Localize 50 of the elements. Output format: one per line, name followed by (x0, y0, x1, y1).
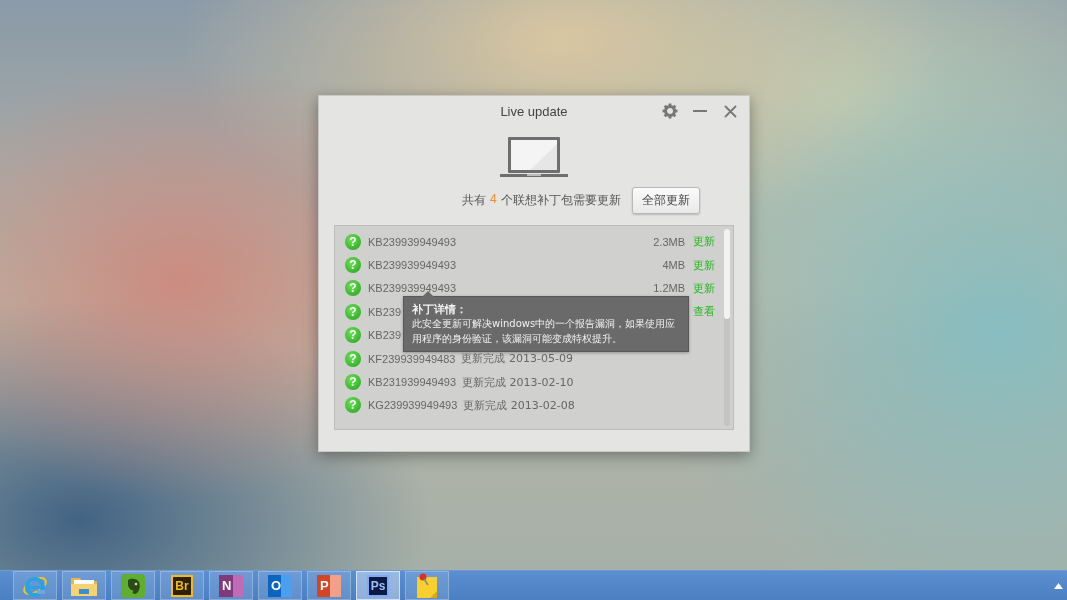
patch-name: KG239939949493 (368, 399, 458, 412)
scrollbar-thumb[interactable] (724, 229, 730, 319)
summary-text: 共有 (462, 191, 486, 209)
patch-size: 4MB (662, 259, 685, 272)
close-icon (723, 104, 737, 118)
taskbar-button[interactable] (405, 571, 449, 600)
app-icon: O (268, 574, 292, 597)
taskbar-button[interactable]: Ps (356, 571, 400, 600)
patch-status: 更新完成 2013-05-09 (461, 351, 573, 367)
help-icon: ? (345, 374, 361, 391)
update-all-button[interactable]: 全部更新 (632, 186, 700, 214)
taskbar-button[interactable] (111, 571, 155, 600)
help-icon: ? (345, 233, 361, 250)
help-icon: ? (345, 303, 361, 320)
tooltip-title: 补丁详情： (412, 302, 468, 316)
summary-text: 个联想补丁包需要更新 (500, 191, 621, 209)
patch-status: 更新完成 2013-02-08 (463, 397, 575, 413)
taskbar-button[interactable]: O (258, 571, 302, 600)
taskbar-button[interactable]: Br (160, 571, 204, 600)
app-icon: Br (171, 574, 193, 597)
patch-size: 1.2MB (653, 282, 685, 295)
app-icon: P (317, 574, 341, 597)
settings-icon (662, 103, 678, 119)
patch-name: KB239939949493 (368, 282, 457, 295)
help-icon: ? (345, 397, 361, 414)
help-icon: ? (345, 327, 361, 344)
patch-name: KB239 (368, 329, 402, 342)
patch-name: KB239 (368, 305, 402, 318)
taskbar-button[interactable]: P (307, 571, 351, 600)
app-icon: N (219, 574, 243, 597)
patch-size: 2.3MB (653, 235, 685, 248)
patch-name: KB231939949493 (368, 376, 457, 389)
patch-status: 更新完成 2013-02-10 (462, 374, 574, 390)
help-icon: ? (345, 350, 361, 367)
patch-name: KF239939949483 (368, 352, 456, 365)
elephant-icon (120, 572, 146, 599)
sticky-note-icon (414, 571, 440, 600)
window-title: Live update (500, 103, 568, 119)
app-icon: Ps (367, 574, 389, 597)
patch-name: KB239939949493 (368, 235, 457, 248)
tooltip-text: 此安全更新可解决windows中的一个报告漏洞，如果使用应用程序的身份验证，该漏洞可能变成特权提升。 (412, 317, 677, 346)
update-count: 4 (490, 191, 497, 208)
patch-name: KB239939949493 (368, 259, 457, 272)
taskbar-button[interactable]: N (209, 571, 253, 600)
show-hidden-icons-icon[interactable] (1054, 583, 1063, 589)
help-icon: ? (345, 257, 361, 274)
laptop-icon (500, 136, 568, 180)
scrollbar[interactable] (724, 229, 730, 426)
help-icon: ? (345, 280, 361, 297)
taskbar-button[interactable] (62, 571, 106, 600)
